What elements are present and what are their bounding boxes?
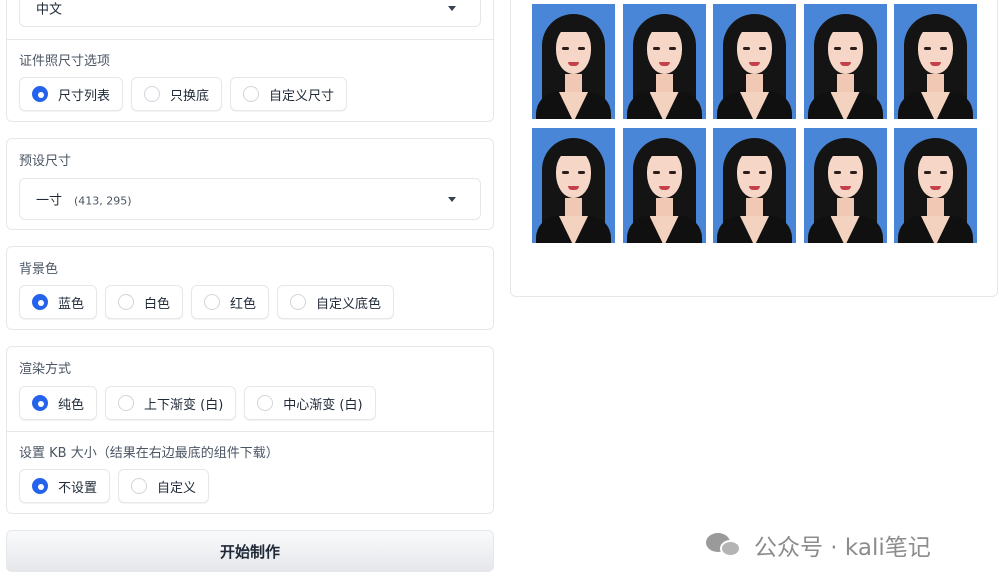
watermark-text: 公众号 · kali笔记: [754, 535, 931, 561]
id-photo-thumbnail[interactable]: [894, 4, 977, 119]
chevron-down-icon: [448, 6, 456, 11]
radio-bg-red[interactable]: 红色: [191, 285, 270, 319]
radio-render-solid[interactable]: 纯色: [19, 386, 98, 420]
id-photo-thumbnail[interactable]: [622, 4, 706, 119]
radio-unselected-icon: [290, 294, 307, 310]
radio-bg-blue[interactable]: 蓝色: [19, 285, 98, 319]
radio-kb-none[interactable]: 不设置: [19, 469, 111, 503]
radio-size-list[interactable]: 尺寸列表: [19, 77, 124, 111]
radio-selected-icon: [32, 478, 48, 494]
radio-selected-icon: [32, 395, 48, 411]
preset-size-label: 预设尺寸: [19, 154, 72, 169]
render-mode-label: 渲染方式: [19, 362, 72, 377]
result-gallery: [510, 0, 998, 297]
radio-custom-size[interactable]: 自定义尺寸: [230, 77, 348, 111]
render-mode-radio-group: 纯色 上下渐变 (白) 中心渐变 (白): [19, 386, 376, 420]
radio-kb-custom[interactable]: 自定义: [118, 469, 210, 503]
id-photo-thumbnail[interactable]: [532, 4, 615, 119]
preset-size-value: 一寸: [36, 193, 63, 209]
radio-unselected-icon: [204, 294, 221, 310]
kb-size-label: 设置 KB 大小（结果在右边最底的组件下载）: [19, 446, 279, 461]
radio-unselected-icon: [144, 86, 161, 102]
preset-size-dims: (413, 295): [74, 194, 132, 208]
chevron-down-icon: [448, 197, 456, 202]
id-photo-thumbnail[interactable]: [803, 128, 887, 243]
language-select[interactable]: 中文: [19, 0, 481, 27]
background-panel: 背景色 蓝色 白色 红色 自定义底色: [6, 246, 494, 330]
render-panel: 渲染方式 纯色 上下渐变 (白) 中心渐变 (白) 设置 KB 大小（结果在右边…: [6, 346, 494, 514]
id-photo-thumbnail[interactable]: [622, 128, 706, 243]
start-button[interactable]: 开始制作: [6, 530, 494, 572]
radio-render-center-gradient[interactable]: 中心渐变 (白): [244, 386, 376, 420]
divider: [7, 431, 493, 432]
radio-selected-icon: [32, 294, 48, 310]
radio-selected-icon: [32, 86, 48, 102]
kb-size-radio-group: 不设置 自定义: [19, 469, 210, 503]
preset-size-panel: 预设尺寸 一寸 (413, 295): [6, 138, 494, 230]
wechat-icon: [706, 531, 746, 559]
radio-unselected-icon: [118, 395, 135, 411]
watermark: 公众号 · kali笔记: [706, 530, 931, 561]
id-photo-thumbnail[interactable]: [894, 128, 977, 243]
id-photo-thumbnail[interactable]: [532, 128, 615, 243]
radio-unselected-icon: [131, 478, 148, 494]
id-photo-thumbnail[interactable]: [713, 4, 796, 119]
size-option-radio-group: 尺寸列表 只换底 自定义尺寸: [19, 77, 348, 111]
radio-render-vertical-gradient[interactable]: 上下渐变 (白): [105, 386, 237, 420]
radio-change-bg-only[interactable]: 只换底: [131, 77, 223, 111]
divider: [7, 39, 493, 40]
radio-unselected-icon: [257, 395, 274, 411]
background-radio-group: 蓝色 白色 红色 自定义底色: [19, 285, 395, 319]
radio-bg-white[interactable]: 白色: [105, 285, 184, 319]
options-panel-top: 中文 证件照尺寸选项 尺寸列表 只换底 自定义尺寸: [6, 0, 494, 122]
radio-unselected-icon: [243, 86, 260, 102]
radio-bg-custom[interactable]: 自定义底色: [277, 285, 395, 319]
size-option-label: 证件照尺寸选项: [19, 54, 111, 69]
preset-size-select[interactable]: 一寸 (413, 295): [19, 178, 481, 220]
id-photo-thumbnail[interactable]: [713, 128, 796, 243]
background-label: 背景色: [19, 262, 59, 277]
radio-unselected-icon: [118, 294, 135, 310]
language-select-value: 中文: [36, 2, 63, 18]
id-photo-thumbnail[interactable]: [803, 4, 887, 119]
